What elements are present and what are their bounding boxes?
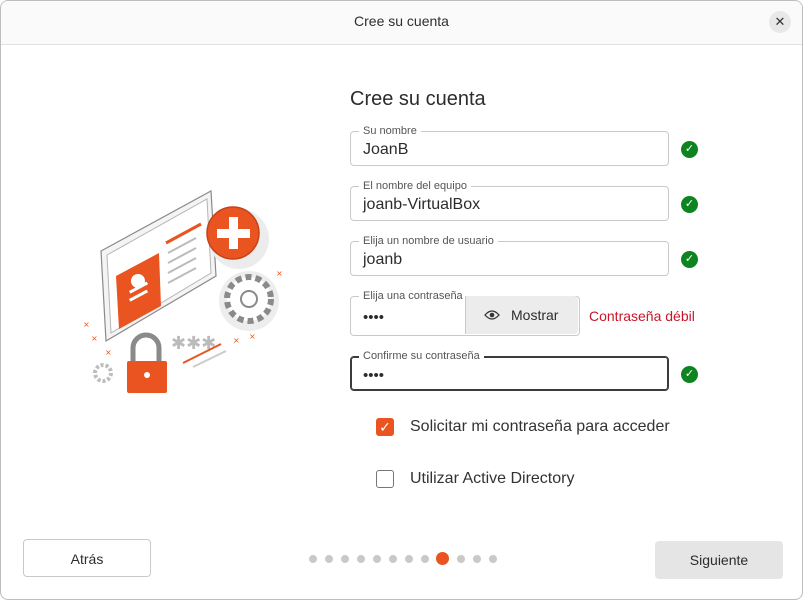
username-field[interactable]: Elija un nombre de usuario joanb [350, 234, 669, 276]
svg-text:×: × [105, 348, 112, 357]
confirm-password-field[interactable]: Confirme su contraseña •••• [350, 349, 669, 391]
progress-dot-4 [357, 555, 365, 563]
show-password-button[interactable]: Mostrar [465, 296, 578, 334]
svg-text:×: × [276, 269, 283, 278]
window-title: Cree su cuenta [354, 13, 449, 29]
progress-dot-8 [421, 555, 429, 563]
svg-text:×: × [83, 320, 90, 329]
password-strength-text: Contraseña débil [589, 308, 695, 324]
name-valid-check-icon: ✓ [681, 141, 698, 158]
username-field-label: Elija un nombre de usuario [359, 234, 498, 248]
close-icon: ✕ [774, 14, 786, 29]
confirm-password-field-label: Confirme su contraseña [359, 349, 484, 363]
plus-badge-graphic [206, 206, 269, 269]
installer-window: Cree su cuenta ✕ ✱✱✱ × × × × × × Cree su… [0, 0, 803, 600]
back-button[interactable]: Atrás [23, 539, 151, 577]
show-password-label: Mostrar [511, 307, 559, 323]
computer-name-field[interactable]: El nombre del equipo joanb-VirtualBox [350, 179, 669, 221]
computer-name-field-value: joanb-VirtualBox [363, 196, 481, 213]
password-field-value: •••• [363, 309, 385, 326]
progress-dot-12 [489, 555, 497, 563]
progress-dot-6 [389, 555, 397, 563]
progress-dot-2 [325, 555, 333, 563]
svg-text:×: × [249, 332, 256, 341]
progress-dot-3 [341, 555, 349, 563]
confirm-password-valid-check-icon: ✓ [681, 366, 698, 383]
close-button[interactable]: ✕ [769, 11, 791, 33]
progress-dot-7 [405, 555, 413, 563]
progress-dot-5 [373, 555, 381, 563]
svg-text:×: × [91, 334, 98, 343]
monitor-graphic [100, 190, 217, 343]
username-valid-check-icon: ✓ [681, 251, 698, 268]
next-button[interactable]: Siguiente [655, 541, 783, 579]
progress-dot-1 [309, 555, 317, 563]
name-field-label: Su nombre [359, 124, 421, 138]
progress-dot-9-active [436, 552, 449, 565]
name-field-value: JoanB [363, 141, 409, 158]
account-illustration: ✱✱✱ × × × × × × [83, 190, 283, 393]
username-field-value: joanb [363, 251, 403, 268]
eye-icon [484, 310, 500, 320]
active-directory-checkbox[interactable] [376, 470, 394, 488]
password-field-label: Elija una contraseña [359, 289, 467, 303]
computer-name-field-label: El nombre del equipo [359, 179, 471, 193]
small-gear-graphic [93, 363, 113, 383]
padlock-graphic [127, 332, 167, 393]
checkmark-icon: ✓ [379, 419, 391, 435]
confirm-password-field-value: •••• [363, 367, 385, 384]
svg-text:×: × [233, 336, 240, 345]
progress-dot-11 [473, 555, 481, 563]
page-heading: Cree su cuenta [350, 88, 486, 110]
gear-graphic [219, 271, 279, 331]
require-password-label[interactable]: Solicitar mi contraseña para acceder [410, 418, 670, 436]
progress-dot-10 [457, 555, 465, 563]
active-directory-label[interactable]: Utilizar Active Directory [410, 470, 574, 488]
require-password-checkbox[interactable]: ✓ [376, 418, 394, 436]
title-bar: Cree su cuenta ✕ [1, 1, 802, 45]
computer-name-valid-check-icon: ✓ [681, 196, 698, 213]
name-field[interactable]: Su nombre JoanB [350, 124, 669, 166]
